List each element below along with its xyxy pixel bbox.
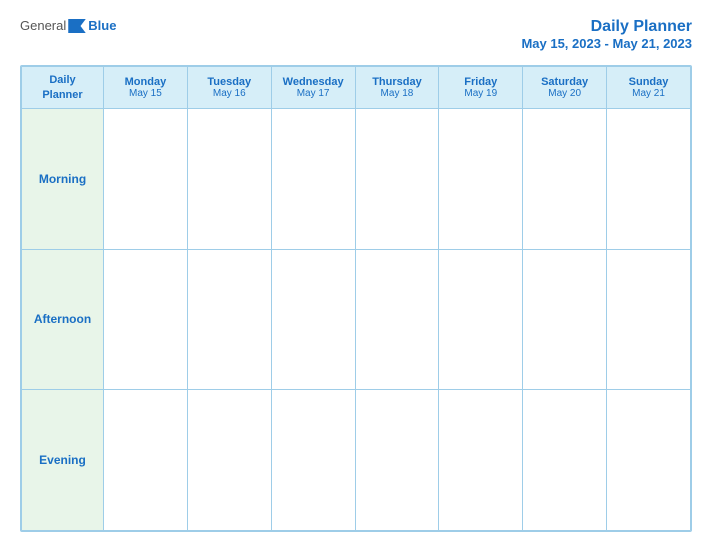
- header-label-cell: Daily Planner: [22, 67, 104, 109]
- header-sunday: Sunday May 21: [607, 67, 691, 109]
- morning-label: Morning: [22, 109, 104, 250]
- evening-sunday[interactable]: [607, 390, 691, 531]
- evening-monday[interactable]: [104, 390, 188, 531]
- morning-friday[interactable]: [439, 109, 523, 250]
- calendar: Daily Planner Monday May 15 Tuesday May …: [20, 65, 692, 532]
- header: General Blue Daily Planner May 15, 2023 …: [20, 18, 692, 51]
- afternoon-label: Afternoon: [22, 249, 104, 390]
- morning-sunday[interactable]: [607, 109, 691, 250]
- afternoon-sunday[interactable]: [607, 249, 691, 390]
- header-monday: Monday May 15: [104, 67, 188, 109]
- afternoon-row: Afternoon: [22, 249, 691, 390]
- afternoon-thursday[interactable]: [355, 249, 439, 390]
- date-range: May 15, 2023 - May 21, 2023: [521, 36, 692, 51]
- logo-general: General: [20, 18, 66, 33]
- morning-tuesday[interactable]: [187, 109, 271, 250]
- morning-row: Morning: [22, 109, 691, 250]
- logo-text: General Blue: [20, 18, 116, 33]
- afternoon-wednesday[interactable]: [271, 249, 355, 390]
- morning-saturday[interactable]: [523, 109, 607, 250]
- logo-blue: Blue: [88, 18, 116, 33]
- planner-table: Daily Planner Monday May 15 Tuesday May …: [21, 66, 691, 531]
- header-wednesday: Wednesday May 17: [271, 67, 355, 109]
- logo-flag-icon: [68, 19, 86, 33]
- evening-tuesday[interactable]: [187, 390, 271, 531]
- logo-area: General Blue: [20, 18, 116, 33]
- afternoon-saturday[interactable]: [523, 249, 607, 390]
- page-title: Daily Planner: [521, 18, 692, 36]
- header-saturday: Saturday May 20: [523, 67, 607, 109]
- header-label: Daily Planner: [24, 73, 101, 102]
- header-tuesday: Tuesday May 16: [187, 67, 271, 109]
- afternoon-friday[interactable]: [439, 249, 523, 390]
- evening-wednesday[interactable]: [271, 390, 355, 531]
- evening-row: Evening: [22, 390, 691, 531]
- page: General Blue Daily Planner May 15, 2023 …: [0, 0, 712, 550]
- afternoon-monday[interactable]: [104, 249, 188, 390]
- afternoon-tuesday[interactable]: [187, 249, 271, 390]
- evening-thursday[interactable]: [355, 390, 439, 531]
- header-friday: Friday May 19: [439, 67, 523, 109]
- morning-thursday[interactable]: [355, 109, 439, 250]
- header-thursday: Thursday May 18: [355, 67, 439, 109]
- header-row: Daily Planner Monday May 15 Tuesday May …: [22, 67, 691, 109]
- evening-friday[interactable]: [439, 390, 523, 531]
- morning-wednesday[interactable]: [271, 109, 355, 250]
- morning-monday[interactable]: [104, 109, 188, 250]
- evening-label: Evening: [22, 390, 104, 531]
- evening-saturday[interactable]: [523, 390, 607, 531]
- title-area: Daily Planner May 15, 2023 - May 21, 202…: [521, 18, 692, 51]
